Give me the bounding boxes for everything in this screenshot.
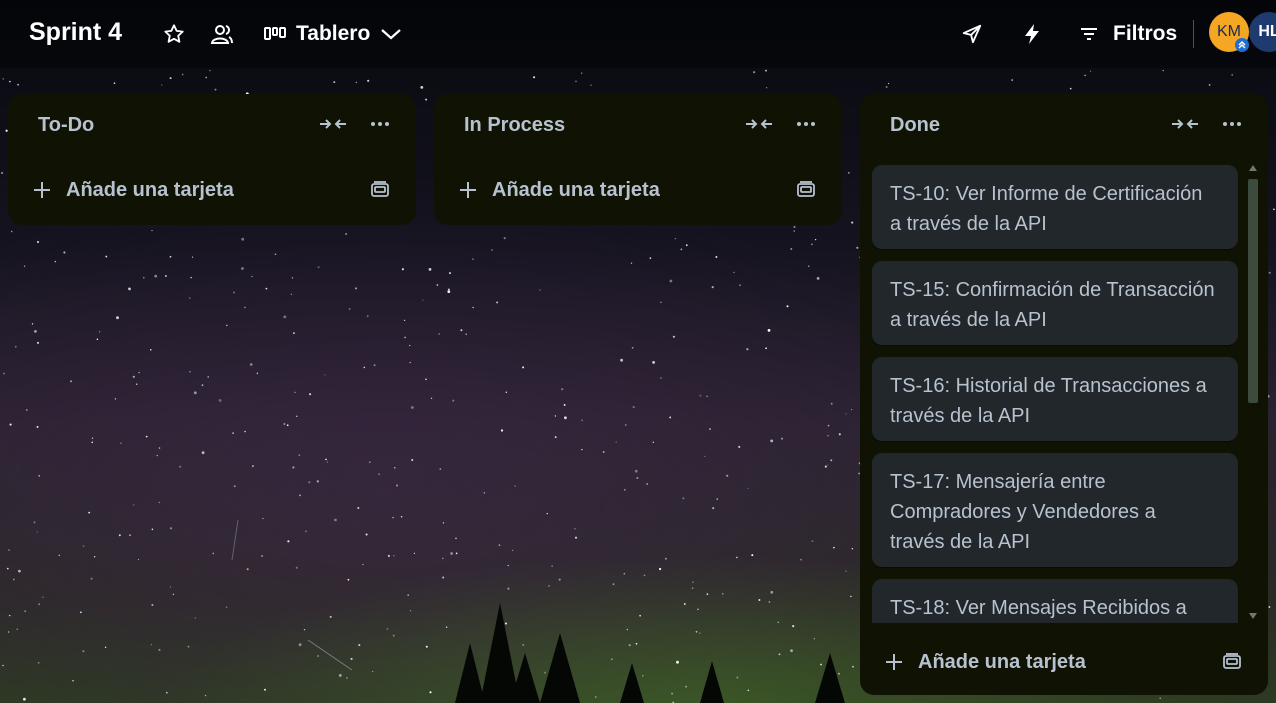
create-from-template-button[interactable] — [1220, 650, 1244, 674]
list-to-do: To-Do Añade una tarjeta — [8, 94, 416, 225]
template-icon — [371, 181, 389, 197]
list-menu-button[interactable] — [1217, 112, 1247, 136]
view-switcher[interactable]: Tablero — [264, 17, 402, 51]
star-icon — [164, 24, 184, 43]
create-from-template-button[interactable] — [794, 178, 818, 202]
collapse-icon — [320, 119, 346, 129]
automation-button[interactable] — [1020, 22, 1044, 46]
card-title: TS-18: Ver Mensajes Recibidos a — [890, 597, 1187, 619]
card-ts-17[interactable]: TS-17: Mensajería entre Compradores y Ve… — [872, 453, 1238, 567]
create-from-template-button[interactable] — [368, 178, 392, 202]
list-title[interactable]: In Process — [464, 114, 565, 137]
star-button[interactable] — [162, 22, 186, 46]
list-title[interactable]: Done — [890, 114, 940, 137]
add-card-label: Añade una tarjeta — [66, 178, 234, 201]
visibility-button[interactable] — [210, 22, 234, 46]
board-title[interactable]: Sprint 4 — [29, 18, 122, 47]
board-view-icon — [264, 27, 286, 40]
list-header: Done — [860, 94, 1268, 168]
avatar-initials: HL — [1258, 23, 1276, 40]
card-title: TS-17: Mensajería entre Compradores y Ve… — [890, 471, 1156, 553]
list-scrollbar[interactable] — [1245, 163, 1261, 623]
add-card-button[interactable]: Añade una tarjeta — [884, 644, 1086, 680]
workspace-visibility-icon — [210, 25, 233, 44]
plus-icon — [460, 182, 476, 198]
template-icon — [797, 181, 815, 197]
list-menu-button[interactable] — [365, 112, 395, 136]
card-title: TS-16: Historial de Transacciones a trav… — [890, 375, 1207, 427]
view-label: Tablero — [296, 22, 371, 45]
more-icon — [797, 122, 815, 126]
add-card-button[interactable]: Añade una tarjeta — [458, 172, 660, 208]
card-ts-10[interactable]: TS-10: Ver Informe de Certificación a tr… — [872, 165, 1238, 249]
automation-icon — [1025, 24, 1039, 44]
plus-icon — [34, 182, 50, 198]
collapse-list-button[interactable] — [744, 112, 774, 136]
card-ts-18[interactable]: TS-18: Ver Mensajes Recibidos a — [872, 579, 1238, 623]
collapse-icon — [1172, 119, 1198, 129]
list-header: To-Do — [8, 94, 416, 168]
add-card-label: Añade una tarjeta — [492, 178, 660, 201]
collapse-icon — [746, 119, 772, 129]
member-avatar-hl[interactable]: HL — [1249, 12, 1276, 52]
scroll-up-icon — [1249, 165, 1257, 171]
list-header: In Process — [434, 94, 842, 168]
card-title: TS-15: Confirmación de Transacción a tra… — [890, 279, 1215, 331]
more-icon — [371, 122, 389, 126]
filters-button[interactable]: Filtros — [1079, 17, 1177, 51]
admin-chevron-icon — [1235, 38, 1249, 52]
template-icon — [1223, 653, 1241, 669]
collapse-list-button[interactable] — [1170, 112, 1200, 136]
plus-icon — [886, 654, 902, 670]
filter-icon — [1081, 28, 1097, 40]
list-in-process: In Process Añade una tarjeta — [434, 94, 842, 225]
board-header: Sprint 4 Tablero Filtros KM HL — [0, 0, 1276, 68]
more-icon — [1223, 122, 1241, 126]
card-ts-15[interactable]: TS-15: Confirmación de Transacción a tra… — [872, 261, 1238, 345]
scroll-thumb[interactable] — [1248, 179, 1258, 403]
list-title[interactable]: To-Do — [38, 114, 94, 137]
filters-label: Filtros — [1113, 22, 1178, 45]
power-ups-button[interactable] — [960, 22, 984, 46]
card-ts-16[interactable]: TS-16: Historial de Transacciones a trav… — [872, 357, 1238, 441]
member-avatar-km[interactable]: KM — [1209, 12, 1249, 52]
card-title: TS-10: Ver Informe de Certificación a tr… — [890, 183, 1203, 235]
card-list: TS-10: Ver Informe de Certificación a tr… — [872, 165, 1252, 623]
chevron-down-icon — [381, 29, 402, 40]
add-card-label: Añade una tarjeta — [918, 650, 1086, 673]
collapse-list-button[interactable] — [318, 112, 348, 136]
add-card-button[interactable]: Añade una tarjeta — [32, 172, 234, 208]
header-divider — [1193, 20, 1194, 48]
list-menu-button[interactable] — [791, 112, 821, 136]
scroll-down-icon — [1249, 613, 1257, 619]
power-ups-icon — [962, 24, 982, 44]
